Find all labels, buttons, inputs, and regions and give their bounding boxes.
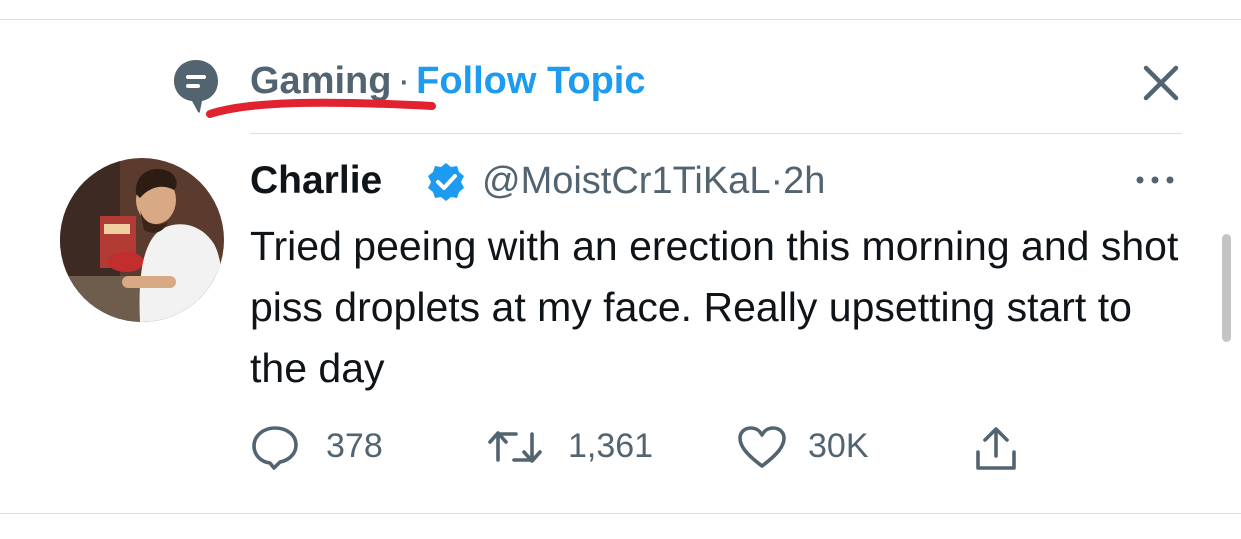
reply-icon (252, 426, 298, 470)
bottom-divider (0, 513, 1241, 514)
handle[interactable]: @MoistCr1TiKaL (482, 160, 770, 202)
topic-header: Gaming · Follow Topic (172, 52, 1202, 118)
follow-topic-button[interactable]: Follow Topic (416, 60, 645, 102)
reply-count: 378 (326, 427, 383, 465)
top-divider (0, 19, 1241, 20)
more-icon[interactable] (1130, 166, 1180, 194)
close-icon[interactable] (1138, 60, 1184, 106)
timestamp[interactable]: 2h (783, 160, 825, 202)
avatar[interactable] (60, 158, 224, 322)
retweet-icon (488, 431, 542, 463)
tweet-actions: 378 1,361 30K (250, 422, 1050, 472)
handle-and-time: @MoistCr1TiKaL·2h (482, 156, 825, 206)
time-separator: · (770, 160, 784, 202)
red-underline-annotation (206, 98, 436, 118)
topic-divider (250, 133, 1182, 134)
display-name[interactable]: Charlie (250, 156, 382, 206)
tweet-header: Charlie @MoistCr1TiKaL·2h (250, 156, 1190, 206)
retweet-count: 1,361 (568, 427, 654, 465)
like-icon (738, 426, 786, 468)
scrollbar[interactable] (1222, 234, 1231, 342)
share-icon (976, 427, 1016, 470)
like-count: 30K (808, 427, 869, 465)
verified-badge-icon (428, 163, 464, 201)
tweet-text: Tried peeing with an erection this morni… (250, 223, 1179, 391)
